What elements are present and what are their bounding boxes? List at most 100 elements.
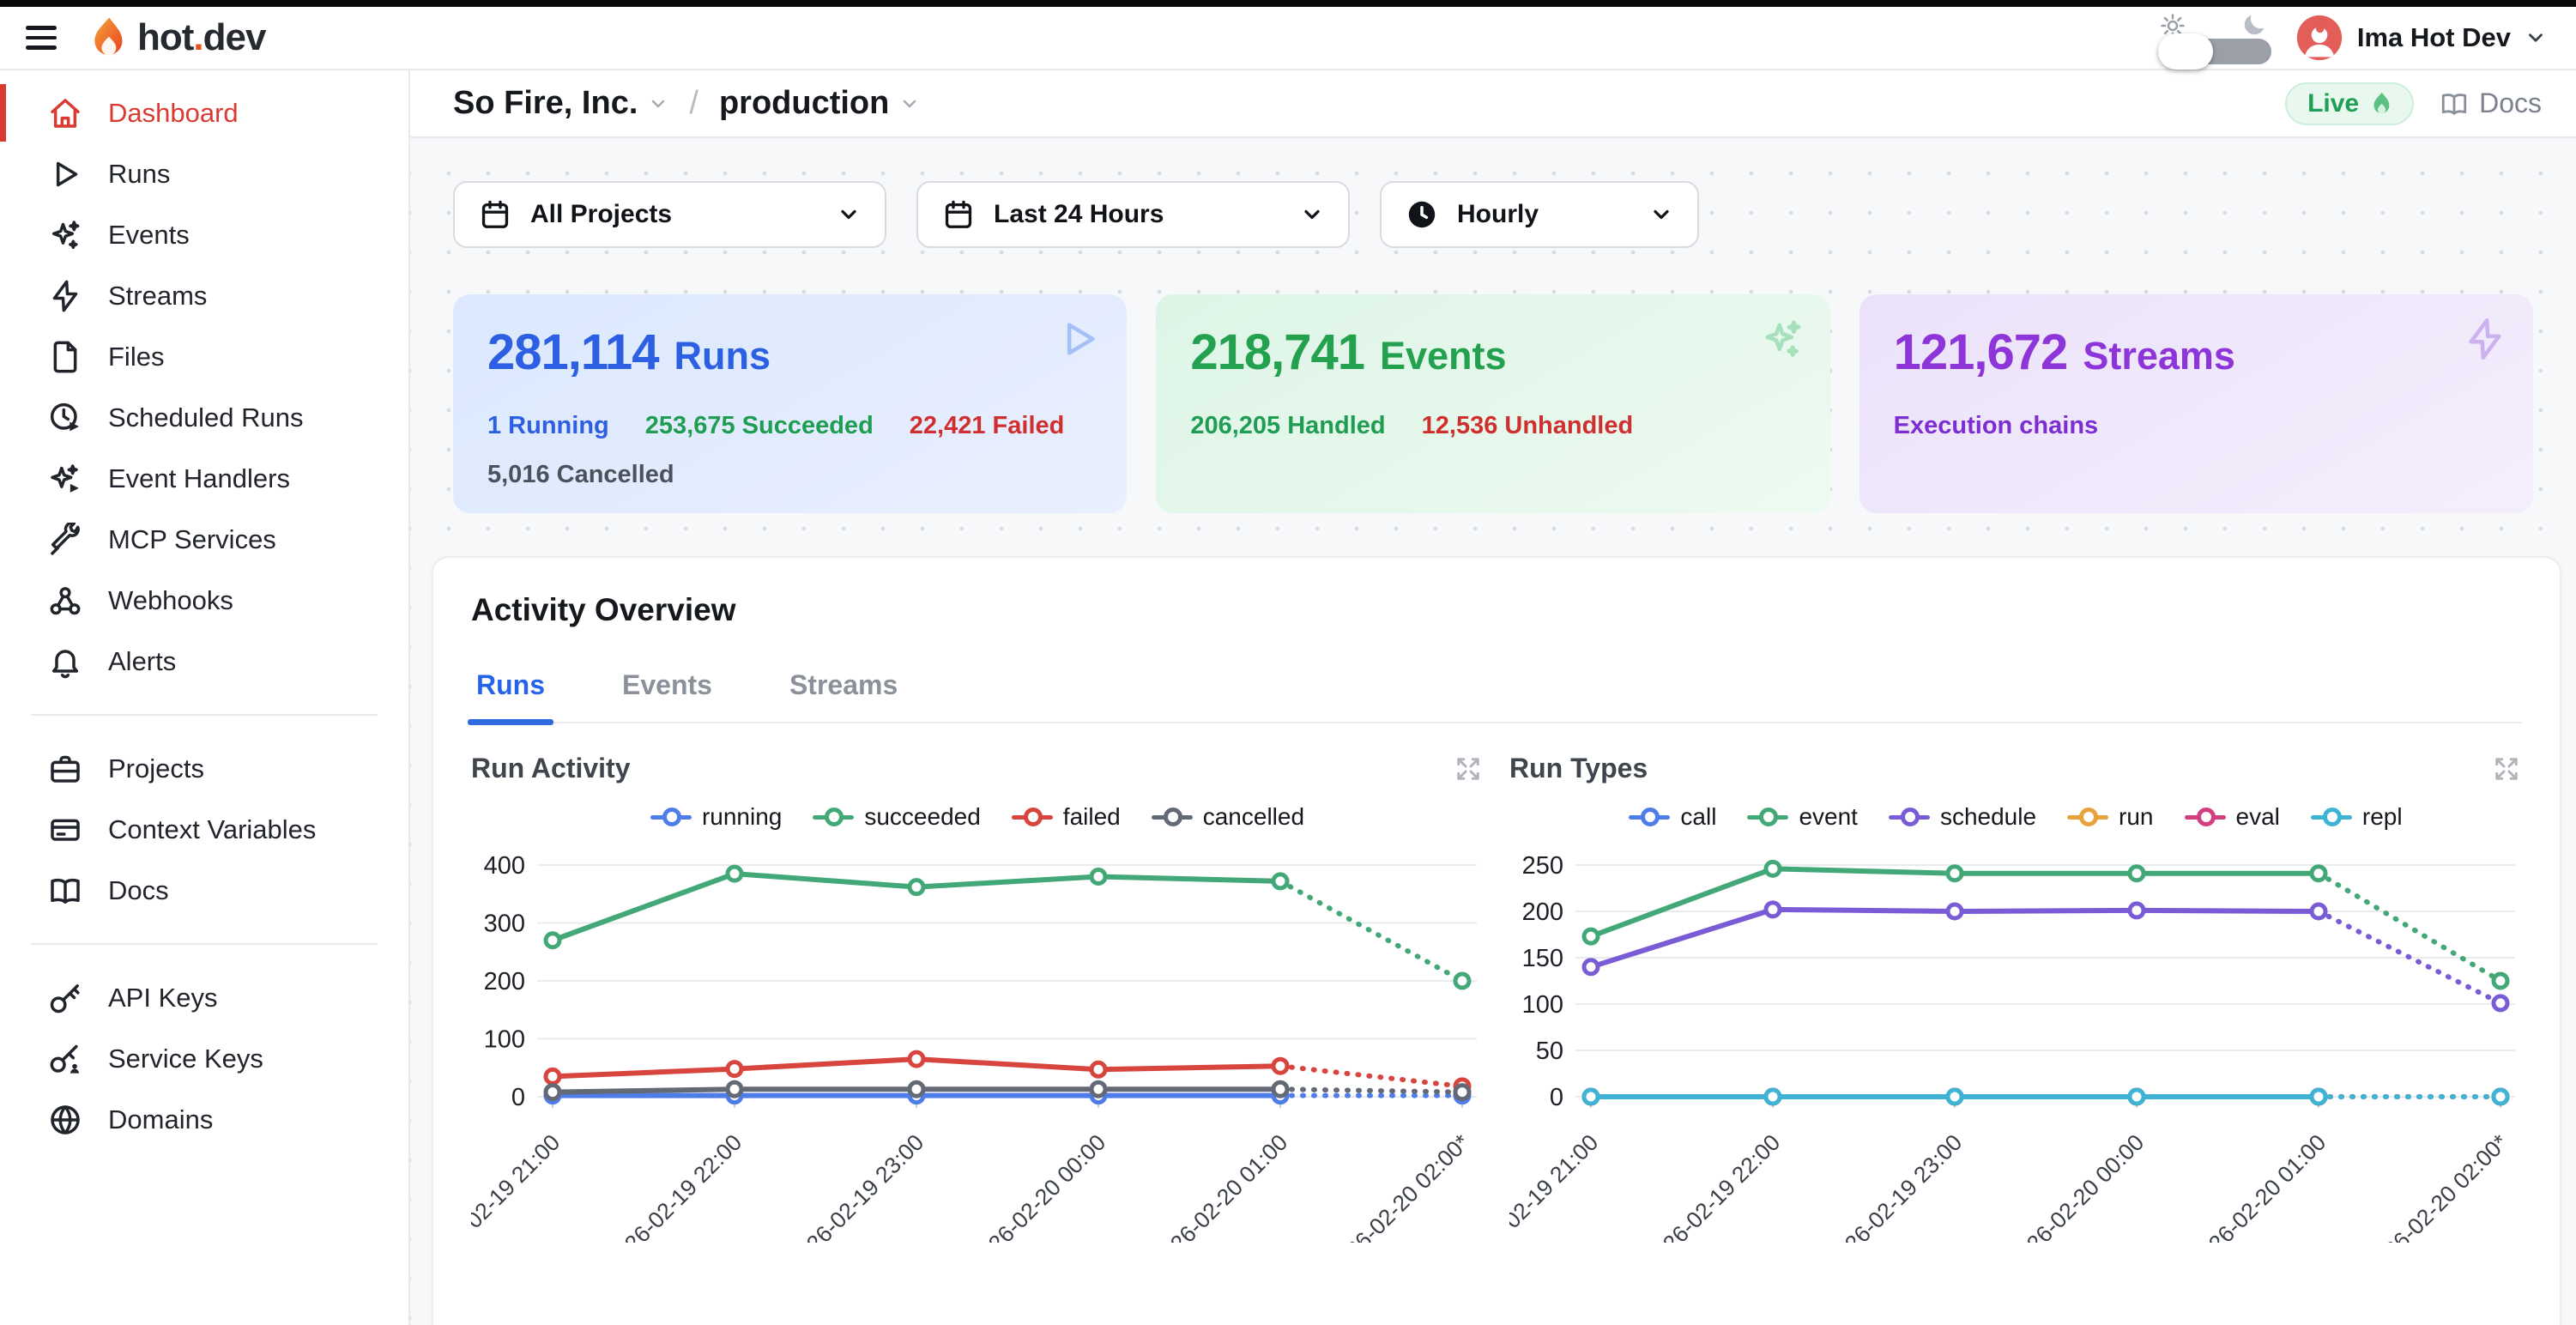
sidebar-item-docs[interactable]: Docs bbox=[0, 860, 408, 921]
sidebar-divider bbox=[31, 943, 378, 945]
legend-marker bbox=[1012, 808, 1053, 826]
expand-icon[interactable] bbox=[2491, 753, 2522, 784]
sidebar-item-label: Alerts bbox=[108, 646, 176, 677]
sidebar-item-label: Runs bbox=[108, 159, 170, 190]
flame-icon bbox=[2367, 90, 2395, 118]
moon-icon bbox=[2240, 11, 2268, 39]
sidebar-item-runs[interactable]: Runs bbox=[0, 143, 408, 204]
key-user-icon bbox=[48, 1042, 82, 1076]
chevron-down-icon bbox=[1300, 203, 1324, 227]
sidebar-item-files[interactable]: Files bbox=[0, 326, 408, 387]
chevron-down-icon bbox=[648, 94, 668, 114]
sidebar-item-events[interactable]: Events bbox=[0, 204, 408, 265]
theme-toggle[interactable] bbox=[2158, 11, 2271, 64]
legend-item-cancelled[interactable]: cancelled bbox=[1152, 803, 1304, 831]
legend-marker bbox=[650, 808, 692, 826]
legend-item-call[interactable]: call bbox=[1629, 803, 1716, 831]
tools-icon bbox=[48, 523, 82, 557]
svg-text:2026-02-20 00:00: 2026-02-20 00:00 bbox=[2004, 1129, 2149, 1243]
sidebar-item-event-handlers[interactable]: Event Handlers bbox=[0, 448, 408, 509]
legend-item-running[interactable]: running bbox=[650, 803, 782, 831]
filter-last-24-hours[interactable]: Last 24 Hours bbox=[916, 181, 1350, 248]
legend-label: repl bbox=[2362, 803, 2403, 831]
tab-streams[interactable]: Streams bbox=[784, 669, 903, 722]
sidebar-item-streams[interactable]: Streams bbox=[0, 265, 408, 326]
svg-text:200: 200 bbox=[484, 968, 525, 995]
sidebar-item-domains[interactable]: Domains bbox=[0, 1089, 408, 1150]
sidebar-item-label: API Keys bbox=[108, 983, 218, 1013]
sidebar-divider bbox=[31, 714, 378, 716]
sidebar-item-label: Scheduled Runs bbox=[108, 402, 304, 433]
stat-segment: Execution chains bbox=[1894, 412, 2099, 440]
top-bar: hot.dev Ima Hot Dev bbox=[0, 7, 2576, 70]
legend-label: run bbox=[2119, 803, 2153, 831]
sidebar-item-label: Streams bbox=[108, 281, 207, 312]
charts-row: Run Activity running succeeded failed cance… bbox=[471, 753, 2522, 1243]
stat-value: 121,672 bbox=[1894, 324, 2068, 381]
svg-text:2026-02-20 01:00: 2026-02-20 01:00 bbox=[2186, 1129, 2331, 1243]
stat-segment: 206,205 Handled bbox=[1190, 412, 1385, 440]
tab-runs[interactable]: Runs bbox=[471, 669, 550, 722]
sidebar-item-api-keys[interactable]: API Keys bbox=[0, 967, 408, 1028]
sparkles-icon bbox=[1760, 317, 1805, 361]
svg-text:100: 100 bbox=[1522, 991, 1563, 1019]
svg-text:400: 400 bbox=[484, 852, 525, 880]
sidebar-item-projects[interactable]: Projects bbox=[0, 738, 408, 799]
svg-text:2026-02-20 00:00: 2026-02-20 00:00 bbox=[965, 1129, 1110, 1243]
legend-item-schedule[interactable]: schedule bbox=[1889, 803, 2036, 831]
chart-title: Run Types bbox=[1509, 753, 1648, 784]
sidebar-item-label: MCP Services bbox=[108, 524, 276, 555]
legend-label: schedule bbox=[1940, 803, 2036, 831]
legend-item-repl[interactable]: repl bbox=[2311, 803, 2403, 831]
svg-text:100: 100 bbox=[484, 1026, 525, 1054]
legend-item-failed[interactable]: failed bbox=[1012, 803, 1121, 831]
theme-toggle-knob[interactable] bbox=[2158, 33, 2213, 70]
line-plot: 01002003004002026-02-19 21:002026-02-19 … bbox=[471, 839, 1484, 1243]
theme-toggle-track[interactable] bbox=[2158, 39, 2271, 64]
stat-label: Streams bbox=[2083, 334, 2235, 378]
tab-events[interactable]: Events bbox=[617, 669, 717, 722]
sparkles-play-icon bbox=[48, 462, 82, 496]
docs-link[interactable]: Docs bbox=[2440, 88, 2542, 119]
sidebar-item-context-variables[interactable]: Context Variables bbox=[0, 799, 408, 860]
activity-tabs: Runs Events Streams bbox=[471, 669, 2522, 723]
legend-label: running bbox=[702, 803, 782, 831]
env-name: production bbox=[719, 85, 889, 122]
activity-overview-panel: Activity Overview RunsEventsStreams Run … bbox=[432, 556, 2561, 1325]
stat-segment: 1 Running bbox=[487, 412, 609, 440]
legend-marker bbox=[2185, 808, 2226, 826]
sidebar-item-dashboard[interactable]: Dashboard bbox=[0, 82, 408, 143]
breadcrumb-separator: / bbox=[689, 85, 698, 122]
filter-all-projects[interactable]: All Projects bbox=[453, 181, 886, 248]
expand-icon[interactable] bbox=[1453, 753, 1484, 784]
env-selector[interactable]: production bbox=[719, 85, 920, 122]
stat-segment: 253,675 Succeeded bbox=[645, 412, 874, 440]
svg-text:2026-02-19 23:00: 2026-02-19 23:00 bbox=[1822, 1129, 1967, 1243]
chart-title: Run Activity bbox=[471, 753, 631, 784]
svg-text:2026-02-19 22:00: 2026-02-19 22:00 bbox=[602, 1129, 747, 1243]
sidebar-item-webhooks[interactable]: Webhooks bbox=[0, 570, 408, 631]
filter-label: Last 24 Hours bbox=[994, 200, 1164, 229]
org-selector[interactable]: So Fire, Inc. bbox=[453, 85, 668, 122]
filter-hourly[interactable]: Hourly bbox=[1380, 181, 1699, 248]
legend-item-succeeded[interactable]: succeeded bbox=[813, 803, 980, 831]
svg-text:250: 250 bbox=[1522, 852, 1563, 880]
stat-value: 281,114 bbox=[487, 324, 658, 381]
user-menu[interactable]: Ima Hot Dev bbox=[2295, 14, 2547, 62]
svg-text:2026-02-20 01:00: 2026-02-20 01:00 bbox=[1147, 1129, 1292, 1243]
sidebar-item-alerts[interactable]: Alerts bbox=[0, 631, 408, 692]
key-icon bbox=[48, 981, 82, 1015]
svg-text:2026-02-20 02:00*: 2026-02-20 02:00* bbox=[2361, 1129, 2513, 1243]
svg-text:0: 0 bbox=[1550, 1084, 1563, 1111]
legend-item-run[interactable]: run bbox=[2067, 803, 2153, 831]
legend-item-event[interactable]: event bbox=[1747, 803, 1858, 831]
run-types-chart: Run Types call event schedule run eval repl 0… bbox=[1509, 753, 2522, 1243]
sidebar-item-scheduled-runs[interactable]: Scheduled Runs bbox=[0, 387, 408, 448]
legend-item-eval[interactable]: eval bbox=[2185, 803, 2280, 831]
sidebar-item-mcp-services[interactable]: MCP Services bbox=[0, 509, 408, 570]
sidebar-item-service-keys[interactable]: Service Keys bbox=[0, 1028, 408, 1089]
menu-icon[interactable] bbox=[26, 21, 63, 55]
stat-label: Events bbox=[1380, 334, 1507, 378]
stat-card-events: 218,741Events206,205 Handled12,536 Unhan… bbox=[1156, 294, 1829, 513]
stat-label: Runs bbox=[674, 334, 771, 378]
